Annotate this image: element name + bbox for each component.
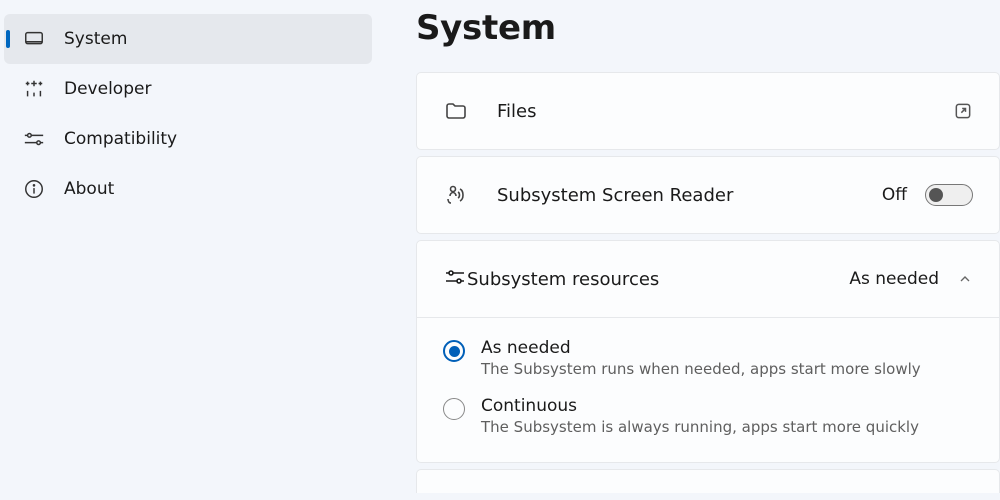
screen-reader-state: Off <box>882 185 907 205</box>
sidebar: System Developer Compatibility About <box>0 0 380 500</box>
sidebar-item-label: System <box>64 29 127 49</box>
option-title: Continuous <box>481 396 919 416</box>
card-screen-reader: Subsystem Screen Reader Off <box>416 156 1000 234</box>
resources-expander-body: As needed The Subsystem runs when needed… <box>417 317 999 462</box>
sidebar-item-system[interactable]: System <box>4 14 372 64</box>
accessibility-icon <box>443 182 469 208</box>
sidebar-item-developer[interactable]: Developer <box>4 64 372 114</box>
developer-icon <box>22 77 46 101</box>
sidebar-item-label: Developer <box>64 79 151 99</box>
sliders-icon <box>443 265 467 293</box>
option-title: As needed <box>481 338 921 358</box>
files-label: Files <box>497 101 953 122</box>
folder-icon <box>443 98 469 124</box>
chevron-up-icon <box>957 271 973 287</box>
radio-button[interactable] <box>443 398 465 420</box>
compatibility-icon <box>22 127 46 151</box>
system-icon <box>22 27 46 51</box>
sidebar-item-label: Compatibility <box>64 129 177 149</box>
radio-option-as-needed[interactable]: As needed The Subsystem runs when needed… <box>443 338 973 378</box>
main-content: System Files Subsystem Scre <box>380 0 1000 500</box>
sidebar-item-about[interactable]: About <box>4 164 372 214</box>
card-files[interactable]: Files <box>416 72 1000 150</box>
resources-selected-value: As needed <box>849 269 939 289</box>
sidebar-item-compatibility[interactable]: Compatibility <box>4 114 372 164</box>
resources-expander-header[interactable]: Subsystem resources As needed <box>417 241 999 317</box>
radio-option-continuous[interactable]: Continuous The Subsystem is always runni… <box>443 396 973 436</box>
screen-reader-toggle[interactable] <box>925 184 973 206</box>
sidebar-item-label: About <box>64 179 114 199</box>
resources-label: Subsystem resources <box>467 269 849 290</box>
info-icon <box>22 177 46 201</box>
card-resources: Subsystem resources As needed As needed … <box>416 240 1000 463</box>
option-description: The Subsystem runs when needed, apps sta… <box>481 360 921 378</box>
page-title: System <box>416 8 1000 48</box>
card-next-peek <box>416 469 1000 493</box>
screen-reader-label: Subsystem Screen Reader <box>497 185 882 206</box>
open-external-icon[interactable] <box>953 101 973 121</box>
option-description: The Subsystem is always running, apps st… <box>481 418 919 436</box>
radio-button[interactable] <box>443 340 465 362</box>
